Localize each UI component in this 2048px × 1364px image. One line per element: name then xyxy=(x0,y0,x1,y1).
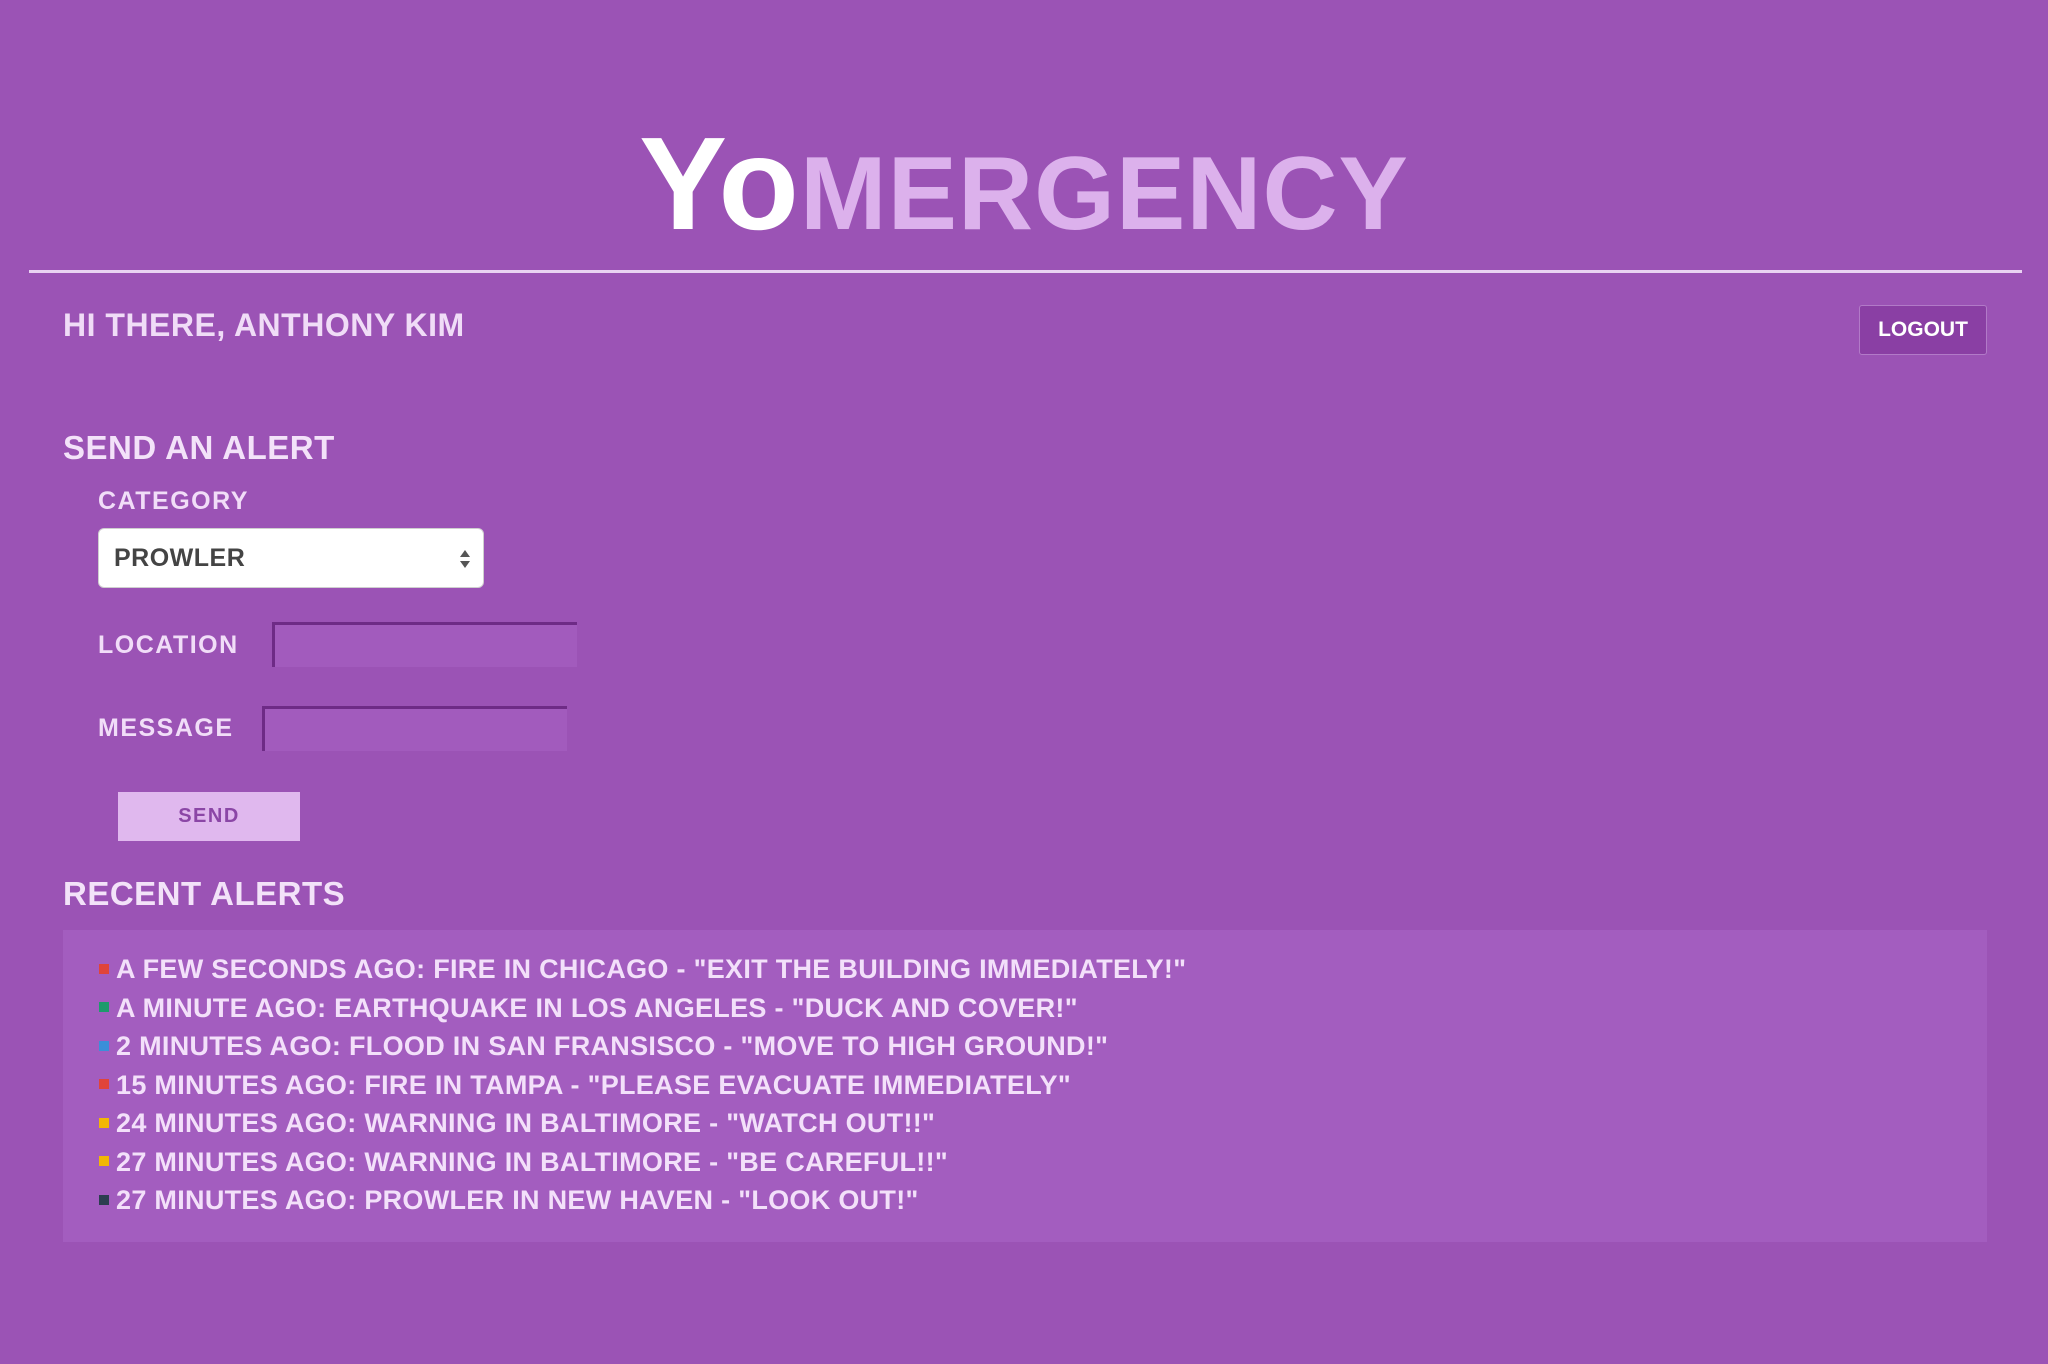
alert-item: 27 MINUTES AGO: PROWLER IN NEW HAVEN - "… xyxy=(99,1181,1186,1220)
category-selected-value: PROWLER xyxy=(114,544,246,572)
location-input[interactable] xyxy=(272,622,577,667)
user-greeting: HI THERE, ANTHONY KIM xyxy=(63,307,465,343)
logo-yo: Yo xyxy=(639,110,800,257)
alert-text: 27 MINUTES AGO: WARNING IN BALTIMORE - "… xyxy=(116,1146,948,1177)
alert-text: 2 MINUTES AGO: FLOOD IN SAN FRANSISCO - … xyxy=(116,1031,1109,1061)
alert-bullet-icon xyxy=(99,1079,109,1090)
message-input[interactable] xyxy=(262,706,567,751)
alert-text: A FEW SECONDS AGO: FIRE IN CHICAGO - "EX… xyxy=(116,954,1187,984)
alert-text: A MINUTE AGO: EARTHQUAKE IN LOS ANGELES … xyxy=(116,992,1078,1023)
alert-item: A FEW SECONDS AGO: FIRE IN CHICAGO - "EX… xyxy=(99,950,1186,989)
category-select[interactable]: PROWLER xyxy=(98,528,484,588)
location-label: LOCATION xyxy=(98,631,239,659)
alert-text: 15 MINUTES AGO: FIRE IN TAMPA - "PLEASE … xyxy=(116,1069,1071,1100)
alert-bullet-icon xyxy=(99,963,109,974)
logout-button[interactable]: LOGOUT xyxy=(1859,305,1987,355)
app-logo: YoMERGENCY xyxy=(0,118,2048,250)
alert-bullet-icon xyxy=(99,1040,109,1051)
alert-text: 27 MINUTES AGO: PROWLER IN NEW HAVEN - "… xyxy=(116,1185,919,1215)
recent-alerts-heading: RECENT ALERTS xyxy=(63,875,346,912)
alert-item: 15 MINUTES AGO: FIRE IN TAMPA - "PLEASE … xyxy=(99,1066,1186,1105)
alert-text: 24 MINUTES AGO: WARNING IN BALTIMORE - "… xyxy=(116,1108,936,1138)
alert-item: 2 MINUTES AGO: FLOOD IN SAN FRANSISCO - … xyxy=(99,1027,1186,1066)
recent-alerts-list: A FEW SECONDS AGO: FIRE IN CHICAGO - "EX… xyxy=(99,950,1186,1220)
recent-alerts-panel: A FEW SECONDS AGO: FIRE IN CHICAGO - "EX… xyxy=(63,930,1987,1242)
alert-item: A MINUTE AGO: EARTHQUAKE IN LOS ANGELES … xyxy=(99,989,1186,1028)
message-label: MESSAGE xyxy=(98,714,234,742)
alert-item: 24 MINUTES AGO: WARNING IN BALTIMORE - "… xyxy=(99,1104,1186,1143)
send-button[interactable]: SEND xyxy=(118,792,300,841)
logo-mergency: MERGENCY xyxy=(799,136,1409,252)
header: YoMERGENCY xyxy=(0,0,2048,270)
alert-bullet-icon xyxy=(99,1117,109,1128)
send-alert-heading: SEND AN ALERT xyxy=(63,429,335,466)
alert-bullet-icon xyxy=(99,1194,109,1205)
alert-bullet-icon xyxy=(99,1002,109,1013)
select-arrows-icon xyxy=(460,550,470,568)
header-divider xyxy=(29,270,2022,273)
alert-item: 27 MINUTES AGO: WARNING IN BALTIMORE - "… xyxy=(99,1143,1186,1182)
category-label: CATEGORY xyxy=(98,487,249,515)
alert-bullet-icon xyxy=(99,1156,109,1167)
